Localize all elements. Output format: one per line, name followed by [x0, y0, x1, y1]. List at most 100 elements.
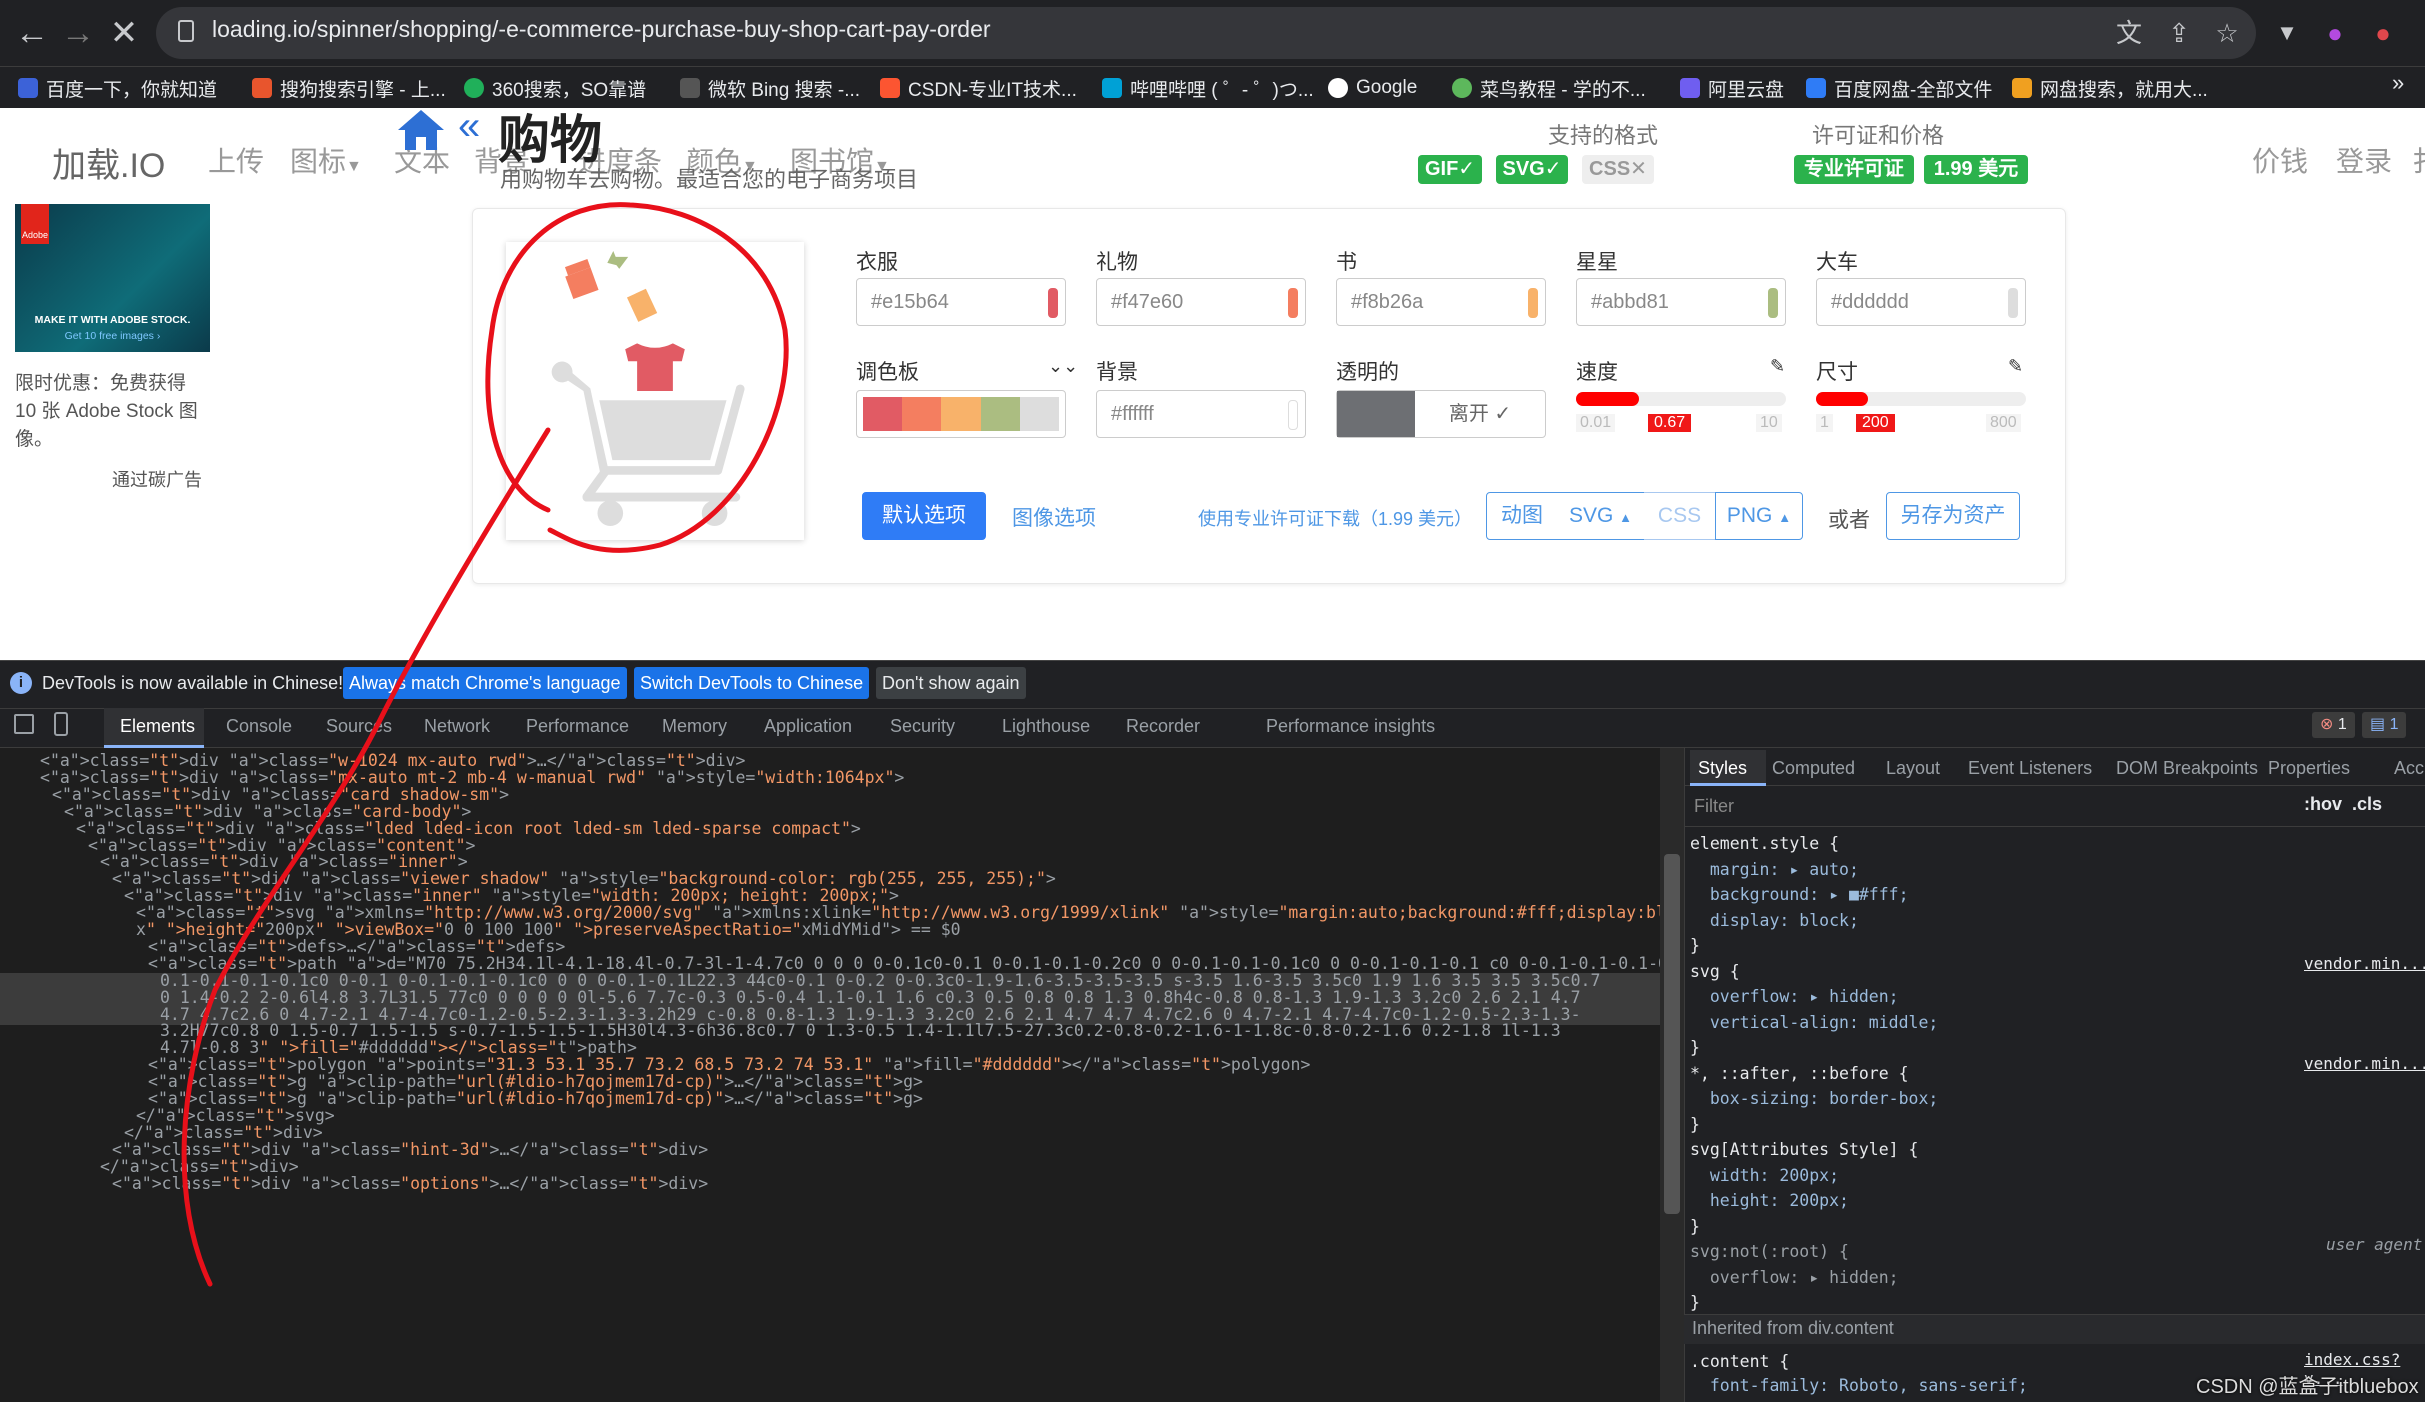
palette-picker[interactable]	[856, 390, 1066, 438]
style-rule-line[interactable]: width: 200px;	[1690, 1164, 1839, 1188]
style-rule-line[interactable]: box-sizing: border-box;	[1690, 1087, 1939, 1111]
style-rule-line[interactable]: }	[1690, 1215, 1700, 1239]
extension-v-icon[interactable]: ▼	[2270, 16, 2304, 50]
bookmark-sogou[interactable]: 搜狗搜索引擎 - 上...	[252, 74, 446, 102]
tab-styles[interactable]: Styles	[1698, 758, 1747, 779]
bookmark-google[interactable]: Google	[1328, 74, 1417, 102]
gif-button[interactable]: 动图	[1486, 492, 1558, 540]
inspect-element-icon[interactable]	[14, 714, 34, 734]
png-button[interactable]: PNG ▲	[1715, 492, 1803, 540]
extension-red-icon[interactable]: ●	[2366, 16, 2400, 50]
color-input-cart[interactable]: #dddddd	[1816, 278, 2026, 326]
color-swatch[interactable]	[2008, 288, 2018, 318]
tab-performance-insights[interactable]: Performance insights	[1266, 716, 1435, 737]
style-rule-line[interactable]: display: block;	[1690, 909, 1859, 933]
color-input-star[interactable]: #abbd81	[1576, 278, 1786, 326]
bookmark-baidupan[interactable]: 百度网盘-全部文件	[1806, 74, 1992, 102]
tab-performance[interactable]: Performance	[526, 716, 629, 737]
pencil-icon[interactable]: ✎	[2008, 356, 2023, 377]
tab-memory[interactable]: Memory	[662, 716, 727, 737]
style-rule-line[interactable]: }	[1690, 1291, 1700, 1315]
site-logo[interactable]: 加载.IO	[52, 138, 165, 187]
tab-recorder[interactable]: Recorder	[1126, 716, 1200, 737]
tab-application[interactable]: Application	[764, 716, 852, 737]
lock-icon[interactable]	[178, 20, 194, 42]
dont-show-button[interactable]: Don't show again	[876, 667, 1026, 699]
color-swatch[interactable]	[1288, 288, 1298, 318]
ad-text[interactable]: 限时优惠：免费获得 10 张 Adobe Stock 图像。	[15, 370, 205, 454]
speed-slider-track[interactable]	[1576, 392, 1786, 406]
match-language-button[interactable]: Always match Chrome's language	[343, 667, 627, 699]
style-rule-line[interactable]: background: ▸ ■#fff;	[1690, 883, 1909, 907]
bookmark-star-icon[interactable]: ☆	[2210, 16, 2244, 50]
color-swatch[interactable]	[1528, 288, 1538, 318]
elements-scrollbar[interactable]	[1660, 748, 1684, 1402]
bookmark-csdn[interactable]: CSDN-专业IT技术...	[880, 74, 1077, 102]
bookmark-bing[interactable]: 微软 Bing 搜索 -...	[680, 74, 860, 102]
style-rule-line[interactable]: overflow: ▸ hidden;	[1690, 985, 1899, 1009]
tab-computed[interactable]: Computed	[1772, 758, 1855, 779]
tab-security[interactable]: Security	[890, 716, 955, 737]
chevrons-down-icon[interactable]: ⌄⌄	[1048, 356, 1078, 377]
tab-properties[interactable]: Properties	[2268, 758, 2350, 779]
style-rule-line[interactable]: svg[Attributes Style] {	[1690, 1138, 1918, 1162]
price-badge[interactable]: 1.99 美元	[1924, 155, 2028, 184]
tab-layout[interactable]: Layout	[1886, 758, 1940, 779]
dom-node-line[interactable]: <"a">class="t">div "a">class="options">……	[0, 1171, 1660, 1197]
svg-button[interactable]: SVG ▲	[1557, 492, 1645, 540]
bookmark-baidu[interactable]: 百度一下，你就知道	[18, 74, 217, 102]
style-rule-line[interactable]: }	[1690, 934, 1700, 958]
tab-console[interactable]: Console	[226, 716, 292, 737]
color-swatch[interactable]	[1288, 400, 1298, 430]
transparent-toggle[interactable]: 离开 ✓	[1336, 390, 1546, 438]
vendor-link[interactable]: vendor.min...	[2304, 1054, 2425, 1073]
css-button[interactable]: CSS	[1644, 492, 1716, 540]
nav-upload[interactable]: 上传	[208, 140, 264, 180]
bookmark-runoob[interactable]: 菜鸟教程 - 学的不...	[1452, 74, 1646, 102]
tab-lighthouse[interactable]: Lighthouse	[1002, 716, 1090, 737]
hov-cls-toggles[interactable]: :hov .cls	[2304, 794, 2382, 815]
tab-elements[interactable]: Elements	[120, 716, 195, 737]
adobe-ad-image[interactable]: Adobe MAKE IT WITH ADOBE STOCK. Get 10 f…	[15, 204, 210, 352]
ad-via[interactable]: 通过碳广告	[112, 466, 202, 492]
style-rule-line[interactable]: }	[1690, 1036, 1700, 1060]
tab-event-listeners[interactable]: Event Listeners	[1968, 758, 2092, 779]
share-icon[interactable]: ⇪	[2162, 16, 2196, 50]
device-toolbar-icon[interactable]	[54, 712, 68, 736]
style-rule-line[interactable]: svg {	[1690, 960, 1740, 984]
extension-purple-icon[interactable]: ●	[2318, 16, 2352, 50]
home-icon[interactable]	[396, 108, 446, 152]
pro-license-download-link[interactable]: 使用专业许可证下载（1.99 美元）	[1198, 505, 1472, 531]
style-rule-line[interactable]: }	[1690, 1113, 1700, 1137]
style-rule-line[interactable]: svg:not(:root) {	[1690, 1240, 1849, 1264]
style-rule-line[interactable]: overflow: ▸ hidden;	[1690, 1266, 1899, 1290]
styles-filter-input[interactable]: Filter	[1690, 792, 2290, 820]
bookmark-aliyun[interactable]: 阿里云盘	[1680, 74, 1784, 102]
double-left-icon[interactable]: «	[458, 104, 480, 149]
translate-icon[interactable]: 文	[2112, 16, 2146, 50]
save-as-asset-button[interactable]: 另存为资产	[1886, 492, 2020, 540]
tab-network[interactable]: Network	[424, 716, 490, 737]
scroll-thumb[interactable]	[1664, 854, 1680, 1214]
issue-counter[interactable]: ▤ 1	[2362, 712, 2407, 738]
color-swatch[interactable]	[1768, 288, 1778, 318]
tab-dom-breakpoints[interactable]: DOM Breakpoints	[2116, 758, 2258, 779]
size-slider-track[interactable]	[1816, 392, 2026, 406]
style-rule-line[interactable]: margin: ▸ auto;	[1690, 858, 1859, 882]
bookmark-pansou[interactable]: 网盘搜索，就用大...	[2012, 74, 2208, 102]
more-bookmarks-icon[interactable]: »	[2392, 70, 2404, 96]
nav-icons[interactable]: 图标▼	[290, 140, 362, 180]
background-input[interactable]: #ffffff	[1096, 390, 1306, 438]
color-input-book[interactable]: #f8b26a	[1336, 278, 1546, 326]
color-input-clothes[interactable]: #e15b64	[856, 278, 1066, 326]
switch-chinese-button[interactable]: Switch DevTools to Chinese	[634, 667, 870, 699]
style-rule-line[interactable]: *, ::after, ::before {	[1690, 1062, 1909, 1086]
tab-accessibility[interactable]: Acc	[2394, 758, 2424, 779]
style-rule-line[interactable]: height: 200px;	[1690, 1189, 1849, 1213]
style-rule-line[interactable]: vertical-align: middle;	[1690, 1011, 1939, 1035]
error-counter[interactable]: ⊗ 1	[2312, 712, 2355, 738]
url-text[interactable]: loading.io/spinner/shopping/-e-commerce-…	[212, 16, 991, 43]
vendor-link[interactable]: vendor.min...	[2304, 954, 2425, 973]
pencil-icon[interactable]: ✎	[1770, 356, 1785, 377]
style-rule-line[interactable]: element.style {	[1690, 832, 1839, 856]
